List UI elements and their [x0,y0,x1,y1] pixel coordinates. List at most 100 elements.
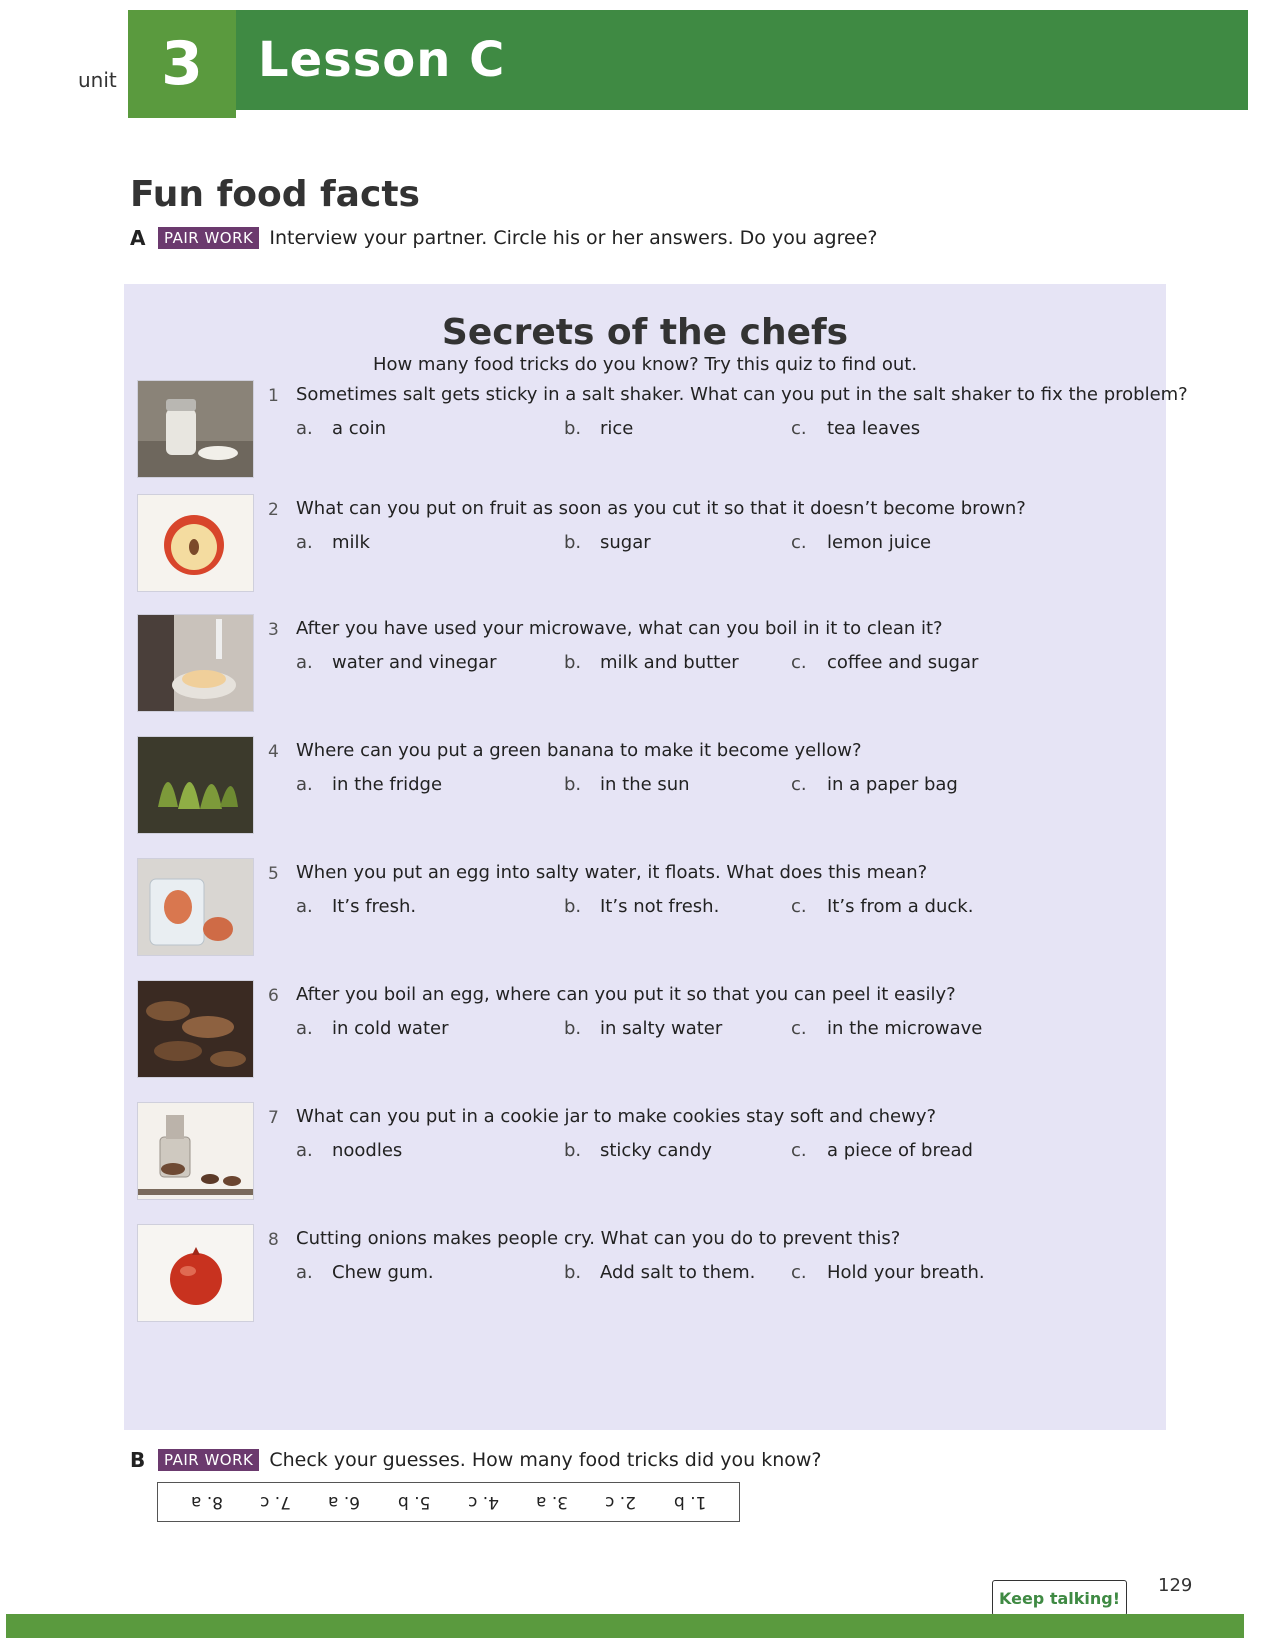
quiz-question: 7 What can you put in a cookie jar to ma… [124,1102,1166,1202]
quiz-title: Secrets of the chefs [441,312,849,353]
option-text: It’s not fresh. [600,896,720,917]
option-letter: c. [791,1018,807,1039]
option-a[interactable]: a. water and vinegar [296,652,497,673]
quiz-question: 8 Cutting onions makes people cry. What … [124,1224,1166,1324]
option-text: Hold your breath. [827,1262,985,1283]
option-a[interactable]: a. milk [296,532,370,553]
option-c[interactable]: c. in the microwave [791,1018,982,1039]
footer-bar [6,1614,1244,1638]
option-c[interactable]: c. tea leaves [791,418,920,439]
apple-icon [138,495,253,591]
option-text: It’s from a duck. [827,896,974,917]
question-text: What can you put in a cookie jar to make… [296,1106,937,1127]
option-letter: a. [296,896,313,917]
cut-apple-photo [137,494,254,592]
option-b[interactable]: b. milk and butter [564,652,739,673]
option-letter: c. [791,652,807,673]
quiz-question: 3 After you have used your microwave, wh… [124,614,1166,714]
option-letter: a. [296,1262,313,1283]
option-letter: a. [296,1140,313,1161]
option-letter: b. [564,896,582,917]
salt-shaker-photo [137,380,254,478]
answer-key-item: 7. c [260,1492,292,1512]
banana-icon [138,737,253,833]
option-text: sticky candy [600,1140,712,1161]
option-letter: c. [791,1262,807,1283]
pair-work-badge: PAIR WORK [158,1449,260,1471]
option-letter: b. [564,1018,582,1039]
cookie-jar-icon [138,1103,253,1199]
exercise-a-instruction: A PAIR WORK Interview your partner. Circ… [130,226,877,250]
option-letter: a. [296,774,313,795]
option-letter: b. [564,1140,582,1161]
option-c[interactable]: c. It’s from a duck. [791,896,973,917]
option-letter: c. [791,418,807,439]
option-text: rice [600,418,634,439]
exercise-letter: A [130,226,146,250]
option-b[interactable]: b. in the sun [564,774,690,795]
option-text: a piece of bread [827,1140,973,1161]
microwave-bowl-photo [137,614,254,712]
answer-key-item: 1. b [673,1492,707,1512]
pair-work-badge: PAIR WORK [158,227,260,249]
option-text: a coin [332,418,387,439]
answer-key-item: 4. c [467,1492,499,1512]
quiz-question: 5 When you put an egg into salty water, … [124,858,1166,958]
option-text: It’s fresh. [332,896,417,917]
option-letter: b. [564,652,582,673]
quiz-question: 2 What can you put on fruit as soon as y… [124,494,1166,594]
option-b[interactable]: b. sticky candy [564,1140,712,1161]
option-letter: a. [296,418,313,439]
option-text: lemon juice [827,532,932,553]
option-b[interactable]: b. rice [564,418,633,439]
option-letter: c. [791,532,807,553]
question-text: What can you put on fruit as soon as you… [296,498,1026,519]
option-a[interactable]: a. noodles [296,1140,402,1161]
question-number: 3 [268,620,279,640]
option-a[interactable]: a. Chew gum. [296,1262,434,1283]
egg-in-water-photo [137,858,254,956]
option-b[interactable]: b. sugar [564,532,651,553]
onion-photo [137,1224,254,1322]
option-letter: b. [564,418,582,439]
option-a[interactable]: a. a coin [296,418,386,439]
option-b[interactable]: b. Add salt to them. [564,1262,755,1283]
question-number: 6 [268,986,279,1006]
lesson-title: Lesson C [236,10,1248,110]
unit-label: unit [78,68,117,92]
answer-key-item: 5. b [397,1492,431,1512]
option-c[interactable]: c. lemon juice [791,532,931,553]
option-c[interactable]: c. coffee and sugar [791,652,978,673]
question-text: After you have used your microwave, what… [296,618,943,639]
question-number: 1 [268,386,279,406]
answer-key-item: 6. a [328,1492,361,1512]
option-c[interactable]: c. a piece of bread [791,1140,973,1161]
green-bananas-photo [137,736,254,834]
question-text: After you boil an egg, where can you put… [296,984,956,1005]
cookies-photo [137,980,254,1078]
option-c[interactable]: c. in a paper bag [791,774,958,795]
option-letter: b. [564,1262,582,1283]
option-text: Chew gum. [332,1262,434,1283]
answer-key-item: 2. c [605,1492,637,1512]
question-text: When you put an egg into salty water, it… [296,862,928,883]
option-b[interactable]: b. It’s not fresh. [564,896,719,917]
quiz-question: 1 Sometimes salt gets sticky in a salt s… [124,380,1188,480]
instruction-text: Interview your partner. Circle his or he… [269,227,878,249]
option-a[interactable]: a. in the fridge [296,774,442,795]
option-a[interactable]: a. in cold water [296,1018,448,1039]
option-letter: b. [564,774,582,795]
option-letter: c. [791,1140,807,1161]
option-text: tea leaves [827,418,921,439]
option-text: coffee and sugar [827,652,979,673]
option-text: milk [332,532,370,553]
question-number: 2 [268,500,279,520]
quiz-panel: Secrets of the chefs How many food trick… [124,284,1188,1430]
option-b[interactable]: b. in salty water [564,1018,722,1039]
option-c[interactable]: c. Hold your breath. [791,1262,985,1283]
instruction-text: Check your guesses. How many food tricks… [269,1449,822,1471]
exercise-b-instruction: B PAIR WORK Check your guesses. How many… [130,1448,821,1472]
cookies-icon [138,981,253,1077]
option-a[interactable]: a. It’s fresh. [296,896,416,917]
option-text: milk and butter [600,652,739,673]
